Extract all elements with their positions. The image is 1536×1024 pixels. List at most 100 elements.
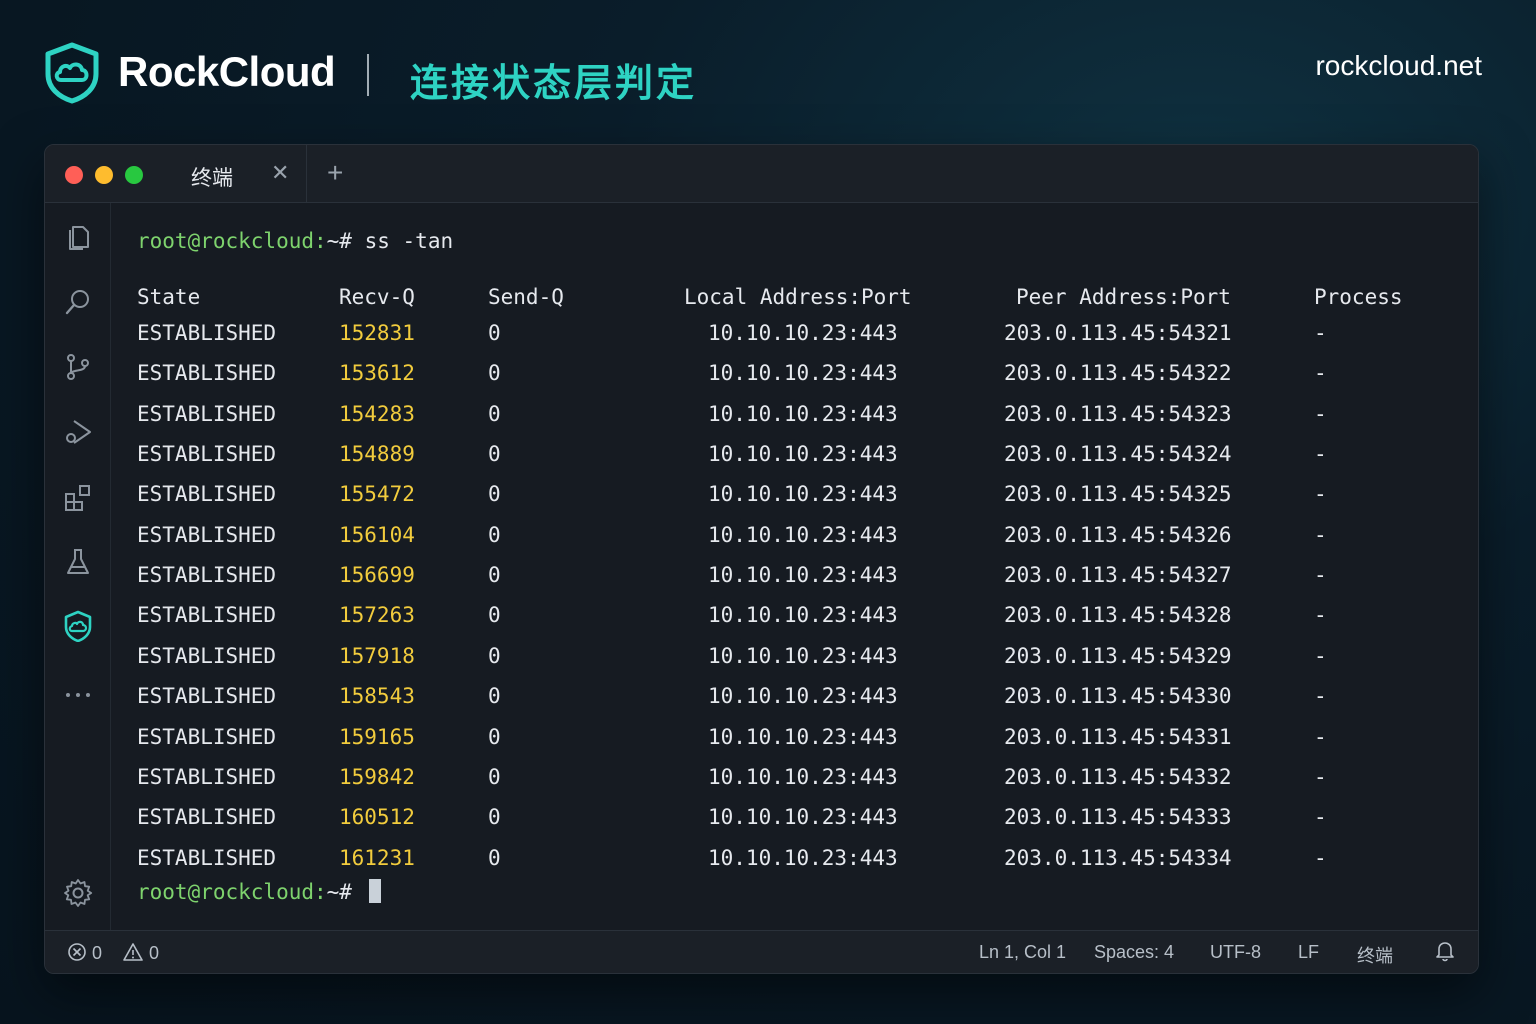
files-icon[interactable] <box>62 221 94 253</box>
errors-indicator[interactable]: 0 <box>67 942 102 967</box>
cell-state: ESTABLISHED <box>137 522 277 547</box>
tab-terminal[interactable]: 终端 ✕ <box>171 145 307 203</box>
command-line: root@rockcloud:~# ss -tan <box>137 229 453 253</box>
close-icon[interactable]: ✕ <box>271 160 289 186</box>
cell-peer: 203.0.113.45:54328 <box>1004 603 1232 628</box>
cell-recv: 159842 <box>339 764 415 789</box>
terminal-window: 终端 ✕ + root@rockcloud:~# ss -tan State R… <box>44 144 1479 974</box>
maximize-window-button[interactable] <box>125 166 143 184</box>
mode-indicator[interactable]: 终端 <box>1357 942 1393 968</box>
cursor-position[interactable]: Ln 1, Col 1 <box>979 942 1066 963</box>
cell-state: ESTABLISHED <box>137 563 277 588</box>
settings-icon[interactable] <box>62 877 94 909</box>
prompt-user: root@rockcloud: <box>137 229 327 253</box>
cell-local: 10.10.10.23:443 <box>708 563 898 588</box>
cell-send: 0 <box>488 321 501 345</box>
cell-state: ESTABLISHED <box>137 603 277 628</box>
cell-state: ESTABLISHED <box>137 442 277 467</box>
cell-state: ESTABLISHED <box>137 805 277 830</box>
source-control-icon[interactable] <box>62 351 94 383</box>
cell-send: 0 <box>488 764 501 789</box>
cell-recv: 153612 <box>339 361 415 386</box>
table-row: ESTABLISHED 156104 0 10.10.10.23:443 203.0.1… <box>111 522 1478 563</box>
table-row: ESTABLISHED 160512 0 10.10.10.23:443 203.0.1… <box>111 805 1478 845</box>
run-debug-icon[interactable] <box>62 416 94 448</box>
errors-count: 0 <box>92 943 103 963</box>
cell-recv: 152831 <box>339 321 415 345</box>
header-divider <box>367 54 369 96</box>
cell-local: 10.10.10.23:443 <box>708 522 898 547</box>
cell-local: 10.10.10.23:443 <box>708 442 898 467</box>
cell-process: - <box>1314 321 1327 345</box>
warnings-indicator[interactable]: 0 <box>122 942 159 967</box>
close-window-button[interactable] <box>65 166 83 184</box>
header-recv-q: Recv-Q <box>339 285 415 309</box>
cell-send: 0 <box>488 724 501 749</box>
cell-local: 10.10.10.23:443 <box>708 845 898 870</box>
cell-local: 10.10.10.23:443 <box>708 482 898 507</box>
cell-recv: 160512 <box>339 805 415 830</box>
testing-icon[interactable] <box>62 546 94 578</box>
cell-state: ESTABLISHED <box>137 401 277 426</box>
cell-peer: 203.0.113.45:54332 <box>1004 764 1232 789</box>
search-icon[interactable] <box>62 286 94 318</box>
cell-recv: 158543 <box>339 684 415 709</box>
cell-peer: 203.0.113.45:54327 <box>1004 563 1232 588</box>
header-send-q: Send-Q <box>488 285 564 309</box>
cell-local: 10.10.10.23:443 <box>708 805 898 830</box>
rockcloud-shield-icon[interactable] <box>62 610 94 643</box>
cell-state: ESTABLISHED <box>137 684 277 709</box>
warning-icon <box>122 942 144 967</box>
new-tab-button[interactable]: + <box>327 157 343 189</box>
encoding-setting[interactable]: UTF-8 <box>1210 942 1261 963</box>
terminal-output[interactable]: root@rockcloud:~# ss -tan State Recv-Q S… <box>111 203 1478 932</box>
cell-recv: 157918 <box>339 643 415 668</box>
prompt-symbol: ~# <box>326 880 352 904</box>
site-link[interactable]: rockcloud.net <box>1315 50 1482 82</box>
text-cursor <box>368 879 381 903</box>
prompt-user: root@rockcloud: <box>137 880 327 904</box>
cell-peer: 203.0.113.45:54326 <box>1004 522 1232 547</box>
eol-setting[interactable]: LF <box>1298 942 1319 963</box>
tab-label: 终端 <box>191 166 233 190</box>
cell-process: - <box>1314 805 1327 830</box>
prompt-line[interactable]: root@rockcloud:~# <box>137 879 381 904</box>
cell-send: 0 <box>488 845 501 870</box>
more-icon[interactable] <box>62 679 94 711</box>
cell-process: - <box>1314 724 1327 749</box>
cell-process: - <box>1314 442 1327 467</box>
cell-send: 0 <box>488 805 501 830</box>
table-row: ESTABLISHED 154283 0 10.10.10.23:443 203.0.1… <box>111 401 1478 442</box>
cell-peer: 203.0.113.45:54333 <box>1004 805 1232 830</box>
page-header: RockCloud 连接状态层判定 rockcloud.net <box>0 0 1536 140</box>
table-row: ESTABLISHED 159842 0 10.10.10.23:443 203.0.1… <box>111 764 1478 805</box>
cell-state: ESTABLISHED <box>137 361 277 386</box>
minimize-window-button[interactable] <box>95 166 113 184</box>
cell-send: 0 <box>488 522 501 547</box>
cell-process: - <box>1314 522 1327 547</box>
cell-peer: 203.0.113.45:54323 <box>1004 401 1232 426</box>
extensions-icon[interactable] <box>62 481 94 513</box>
cell-state: ESTABLISHED <box>137 724 277 749</box>
status-bar: 0 0 Ln 1, Col 1 Spaces: 4 UTF-8 LF 终端 <box>45 930 1478 973</box>
table-row: ESTABLISHED 154889 0 10.10.10.23:443 203.0.1… <box>111 442 1478 482</box>
cell-recv: 154889 <box>339 442 415 467</box>
header-peer-address: Peer Address:Port <box>1016 285 1231 309</box>
cell-process: - <box>1314 401 1327 426</box>
prompt-symbol: ~# <box>326 229 352 253</box>
cell-peer: 203.0.113.45:54324 <box>1004 442 1232 467</box>
bell-icon[interactable] <box>1435 940 1455 967</box>
cell-state: ESTABLISHED <box>137 845 277 870</box>
cell-peer: 203.0.113.45:54325 <box>1004 482 1232 507</box>
table-row: ESTABLISHED 155472 0 10.10.10.23:443 203.0.1… <box>111 482 1478 522</box>
cell-recv: 156699 <box>339 563 415 588</box>
cell-process: - <box>1314 764 1327 789</box>
cell-recv: 157263 <box>339 603 415 628</box>
cell-local: 10.10.10.23:443 <box>708 764 898 789</box>
table-row: ESTABLISHED 158543 0 10.10.10.23:443 203.0.1… <box>111 684 1478 724</box>
cell-peer: 203.0.113.45:54331 <box>1004 724 1232 749</box>
table-row: ESTABLISHED 152831 0 10.10.10.23:443 203.0.1… <box>111 321 1478 361</box>
cell-recv: 161231 <box>339 845 415 870</box>
indentation-setting[interactable]: Spaces: 4 <box>1094 942 1174 963</box>
table-row: ESTABLISHED 157918 0 10.10.10.23:443 203.0.1… <box>111 643 1478 684</box>
